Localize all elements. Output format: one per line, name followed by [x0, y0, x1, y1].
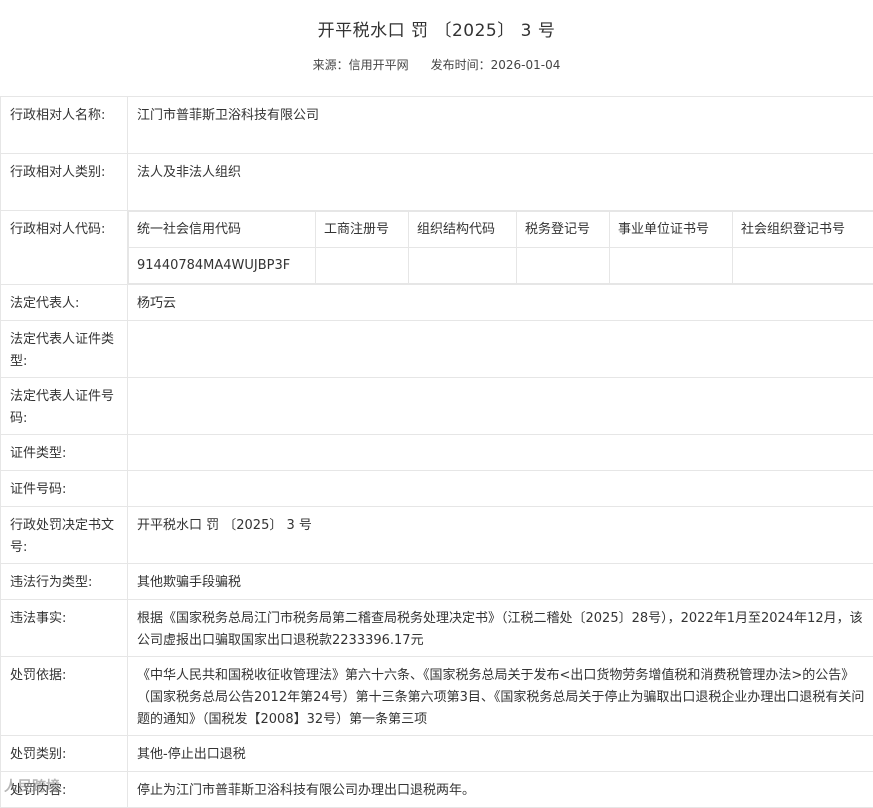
row-value: 其他欺骗手段骗税	[128, 564, 873, 600]
code-table: 统一社会信用代码 工商注册号 组织结构代码 税务登记号 事业单位证书号 社会组织…	[128, 211, 873, 284]
code-header: 统一社会信用代码	[129, 212, 316, 248]
date-value: 2026-01-04	[491, 58, 561, 72]
code-header: 事业单位证书号	[610, 212, 733, 248]
row-label: 处罚类别:	[1, 736, 128, 772]
source-value: 信用开平网	[349, 56, 409, 73]
row-label: 法定代表人证件类型:	[1, 321, 128, 378]
table-row: 行政相对人代码: 统一社会信用代码 工商注册号 组织结构代码	[1, 211, 873, 285]
row-label: 处罚依据:	[1, 657, 128, 736]
publish-meta: 来源：信用开平网 发布时间：2026-01-04	[0, 56, 873, 73]
row-value: 江门市普菲斯卫浴科技有限公司	[128, 97, 873, 154]
date-label: 发布时间：	[431, 56, 491, 73]
row-value	[128, 321, 873, 378]
code-value	[316, 248, 409, 284]
code-table-cell: 统一社会信用代码 工商注册号 组织结构代码 税务登记号 事业单位证书号 社会组织…	[128, 211, 873, 285]
code-header: 工商注册号	[316, 212, 409, 248]
table-row: 处罚内容: 停止为江门市普菲斯卫浴科技有限公司办理出口退税两年。	[1, 772, 873, 808]
table-row: 法定代表人: 杨巧云	[1, 285, 873, 321]
table-row: 处罚依据: 《中华人民共和国税收征收管理法》第六十六条、《国家税务总局关于发布<…	[1, 657, 873, 736]
source-label: 来源：	[313, 56, 349, 73]
row-label: 违法事实:	[1, 600, 128, 657]
code-value	[733, 248, 873, 284]
row-label: 证件号码:	[1, 471, 128, 507]
table-row: 法定代表人证件号码:	[1, 378, 873, 435]
row-label: 法定代表人:	[1, 285, 128, 321]
table-row: 处罚类别: 其他-停止出口退税	[1, 736, 873, 772]
code-value	[517, 248, 610, 284]
row-value: 杨巧云	[128, 285, 873, 321]
code-header-row: 统一社会信用代码 工商注册号 组织结构代码 税务登记号 事业单位证书号 社会组织…	[129, 212, 873, 248]
code-header: 社会组织登记书号	[733, 212, 873, 248]
code-value: 91440784MA4WUJBP3F	[129, 248, 316, 284]
code-header: 组织结构代码	[409, 212, 517, 248]
code-header: 税务登记号	[517, 212, 610, 248]
table-row: 证件类型:	[1, 435, 873, 471]
table-row: 行政相对人名称: 江门市普菲斯卫浴科技有限公司	[1, 97, 873, 154]
watermark-logo: 人民跨境	[4, 776, 60, 796]
row-value: 法人及非法人组织	[128, 154, 873, 211]
penalty-detail-table: 行政相对人名称: 江门市普菲斯卫浴科技有限公司 行政相对人类别: 法人及非法人组…	[0, 96, 873, 808]
row-value	[128, 435, 873, 471]
row-value: 停止为江门市普菲斯卫浴科技有限公司办理出口退税两年。	[128, 772, 873, 808]
row-label: 行政相对人代码:	[1, 211, 128, 285]
row-label: 证件类型:	[1, 435, 128, 471]
row-label: 违法行为类型:	[1, 564, 128, 600]
row-value: 开平税水口 罚 〔2025〕 3 号	[128, 507, 873, 564]
code-value-row: 91440784MA4WUJBP3F	[129, 248, 873, 284]
table-row: 法定代表人证件类型:	[1, 321, 873, 378]
code-value	[610, 248, 733, 284]
table-row: 证件号码:	[1, 471, 873, 507]
row-value	[128, 471, 873, 507]
row-value: 《中华人民共和国税收征收管理法》第六十六条、《国家税务总局关于发布<出口货物劳务…	[128, 657, 873, 736]
table-row: 违法事实: 根据《国家税务总局江门市税务局第二稽查局税务处理决定书》（江税二稽处…	[1, 600, 873, 657]
table-row: 违法行为类型: 其他欺骗手段骗税	[1, 564, 873, 600]
row-label: 行政相对人名称:	[1, 97, 128, 154]
row-label: 行政相对人类别:	[1, 154, 128, 211]
row-value: 根据《国家税务总局江门市税务局第二稽查局税务处理决定书》（江税二稽处〔2025〕…	[128, 600, 873, 657]
row-label: 法定代表人证件号码:	[1, 378, 128, 435]
table-row: 行政相对人类别: 法人及非法人组织	[1, 154, 873, 211]
table-row: 行政处罚决定书文号: 开平税水口 罚 〔2025〕 3 号	[1, 507, 873, 564]
row-label: 行政处罚决定书文号:	[1, 507, 128, 564]
code-value	[409, 248, 517, 284]
row-value	[128, 378, 873, 435]
page-title: 开平税水口 罚 〔2025〕 3 号	[0, 16, 873, 41]
row-value: 其他-停止出口退税	[128, 736, 873, 772]
